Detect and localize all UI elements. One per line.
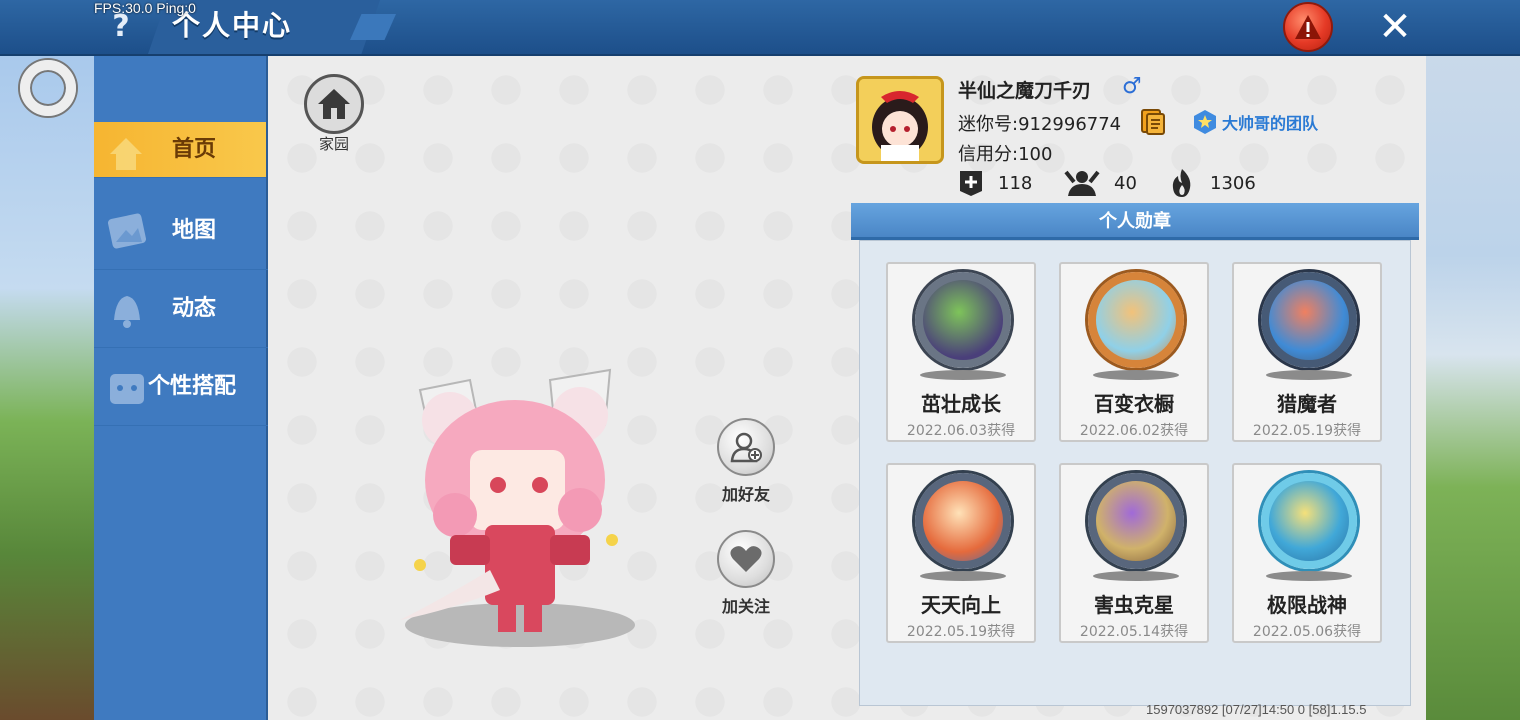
medal-icon xyxy=(915,272,1011,368)
homeland-label: 家园 xyxy=(318,135,349,153)
medal-name: 猎魔者 xyxy=(1277,392,1337,416)
medal-card[interactable]: 百变衣橱 2022.06.02获得 xyxy=(1059,262,1209,442)
report-button[interactable] xyxy=(1283,2,1333,52)
home-icon xyxy=(110,138,142,170)
sidebar-item-label: 地图 xyxy=(172,218,217,243)
medal-name: 百变衣橱 xyxy=(1094,392,1174,416)
medal-icon xyxy=(1088,473,1184,569)
team-name: 大帅哥的团队 xyxy=(1222,114,1319,133)
add-friend-icon xyxy=(730,432,762,463)
avatar[interactable] xyxy=(856,76,944,164)
sidebar-item-outfit[interactable]: 个性搭配 xyxy=(94,348,268,426)
homeland-button[interactable] xyxy=(304,74,364,134)
build-info: 1597037892 [07/27]14:50 0 [58]1.15.5 xyxy=(1146,702,1367,717)
medal-name: 极限战神 xyxy=(1267,593,1347,617)
top-bar: ? 个人中心 FPS:30.0 Ping:0 ✕ xyxy=(0,0,1520,56)
medal-card[interactable]: 天天向上 2022.05.19获得 xyxy=(886,463,1036,643)
fps-readout: FPS:30.0 Ping:0 xyxy=(94,0,196,16)
medal-date: 2022.05.19获得 xyxy=(1252,423,1362,439)
medal-name: 茁壮成长 xyxy=(921,392,1001,416)
medal-date: 2022.05.14获得 xyxy=(1079,624,1189,640)
plus-icon xyxy=(960,171,982,196)
medal-date: 2022.05.19获得 xyxy=(906,624,1016,640)
medal-shadow xyxy=(1093,370,1179,380)
copy-icon[interactable] xyxy=(1140,108,1166,136)
medal-date: 2022.06.02获得 xyxy=(1079,423,1189,439)
close-button[interactable]: ✕ xyxy=(1372,4,1418,50)
medal-shadow xyxy=(920,370,1006,380)
warning-icon xyxy=(1295,15,1321,39)
medal-icon xyxy=(1261,272,1357,368)
fire-icon xyxy=(1172,169,1191,197)
sidebar-item-label: 动态 xyxy=(172,296,217,321)
medal-icon xyxy=(915,473,1011,569)
sidebar-item-label: 首页 xyxy=(172,137,217,162)
medal-panel: 茁壮成长 2022.06.03获得 百变衣橱 2022.06.02获得 猎魔者 … xyxy=(859,240,1411,706)
team-badge-icon xyxy=(1194,110,1216,134)
game-background-left xyxy=(0,56,94,720)
avatar-portrait xyxy=(859,79,941,161)
stat-fans: 40 xyxy=(1064,168,1137,198)
medal-card[interactable]: 极限战神 2022.05.06获得 xyxy=(1232,463,1382,643)
medal-icon xyxy=(1261,473,1357,569)
medal-icon xyxy=(1088,272,1184,368)
sidebar-item-feed[interactable]: 动态 xyxy=(94,270,268,348)
sidebar-item-label: 个性搭配 xyxy=(148,374,237,399)
sidebar-item-map[interactable]: 地图 xyxy=(94,192,268,270)
map-icon xyxy=(107,213,147,249)
outfit-icon xyxy=(110,374,144,404)
stat-value: 40 xyxy=(1114,172,1137,194)
medal-section-title: 个人勋章 xyxy=(851,203,1419,240)
follow-label: 加关注 xyxy=(721,597,770,616)
male-icon: ♂ xyxy=(1122,74,1142,99)
medal-date: 2022.06.03获得 xyxy=(906,423,1016,439)
stat-likes: 118 xyxy=(958,168,1032,198)
sidebar: 首页 地图 动态 个性搭配 xyxy=(94,56,268,720)
bell-icon xyxy=(114,296,140,328)
game-background-right xyxy=(1424,56,1520,720)
medal-shadow xyxy=(1266,571,1352,581)
medal-shadow xyxy=(920,571,1006,581)
medal-card[interactable]: 茁壮成长 2022.06.03获得 xyxy=(886,262,1036,442)
stat-popularity: 1306 xyxy=(1168,168,1256,198)
add-friend-button[interactable] xyxy=(717,418,775,476)
mini-id: 迷你号:912996774 xyxy=(958,114,1122,135)
medal-shadow xyxy=(1093,571,1179,581)
stat-value: 1306 xyxy=(1210,172,1256,194)
player-name: 半仙之魔刀千刃 xyxy=(958,80,1092,102)
team-link[interactable]: 大帅哥的团队 xyxy=(1192,108,1318,136)
credit-score: 信用分:100 xyxy=(958,144,1053,165)
character-avatar xyxy=(400,368,635,647)
fans-icon xyxy=(1064,170,1100,196)
add-friend-label: 加好友 xyxy=(721,485,770,504)
medal-shadow xyxy=(1266,370,1352,380)
medal-date: 2022.05.06获得 xyxy=(1252,624,1362,640)
stat-value: 118 xyxy=(998,172,1033,194)
heart-icon xyxy=(730,546,762,572)
house-icon xyxy=(318,89,350,119)
floating-menu-button[interactable] xyxy=(20,60,76,116)
medal-name: 害虫克星 xyxy=(1094,593,1174,617)
medal-card[interactable]: 害虫克星 2022.05.14获得 xyxy=(1059,463,1209,643)
sidebar-item-home[interactable]: 首页 xyxy=(94,122,266,178)
medal-name: 天天向上 xyxy=(921,593,1001,617)
follow-button[interactable] xyxy=(717,530,775,588)
medal-card[interactable]: 猎魔者 2022.05.19获得 xyxy=(1232,262,1382,442)
